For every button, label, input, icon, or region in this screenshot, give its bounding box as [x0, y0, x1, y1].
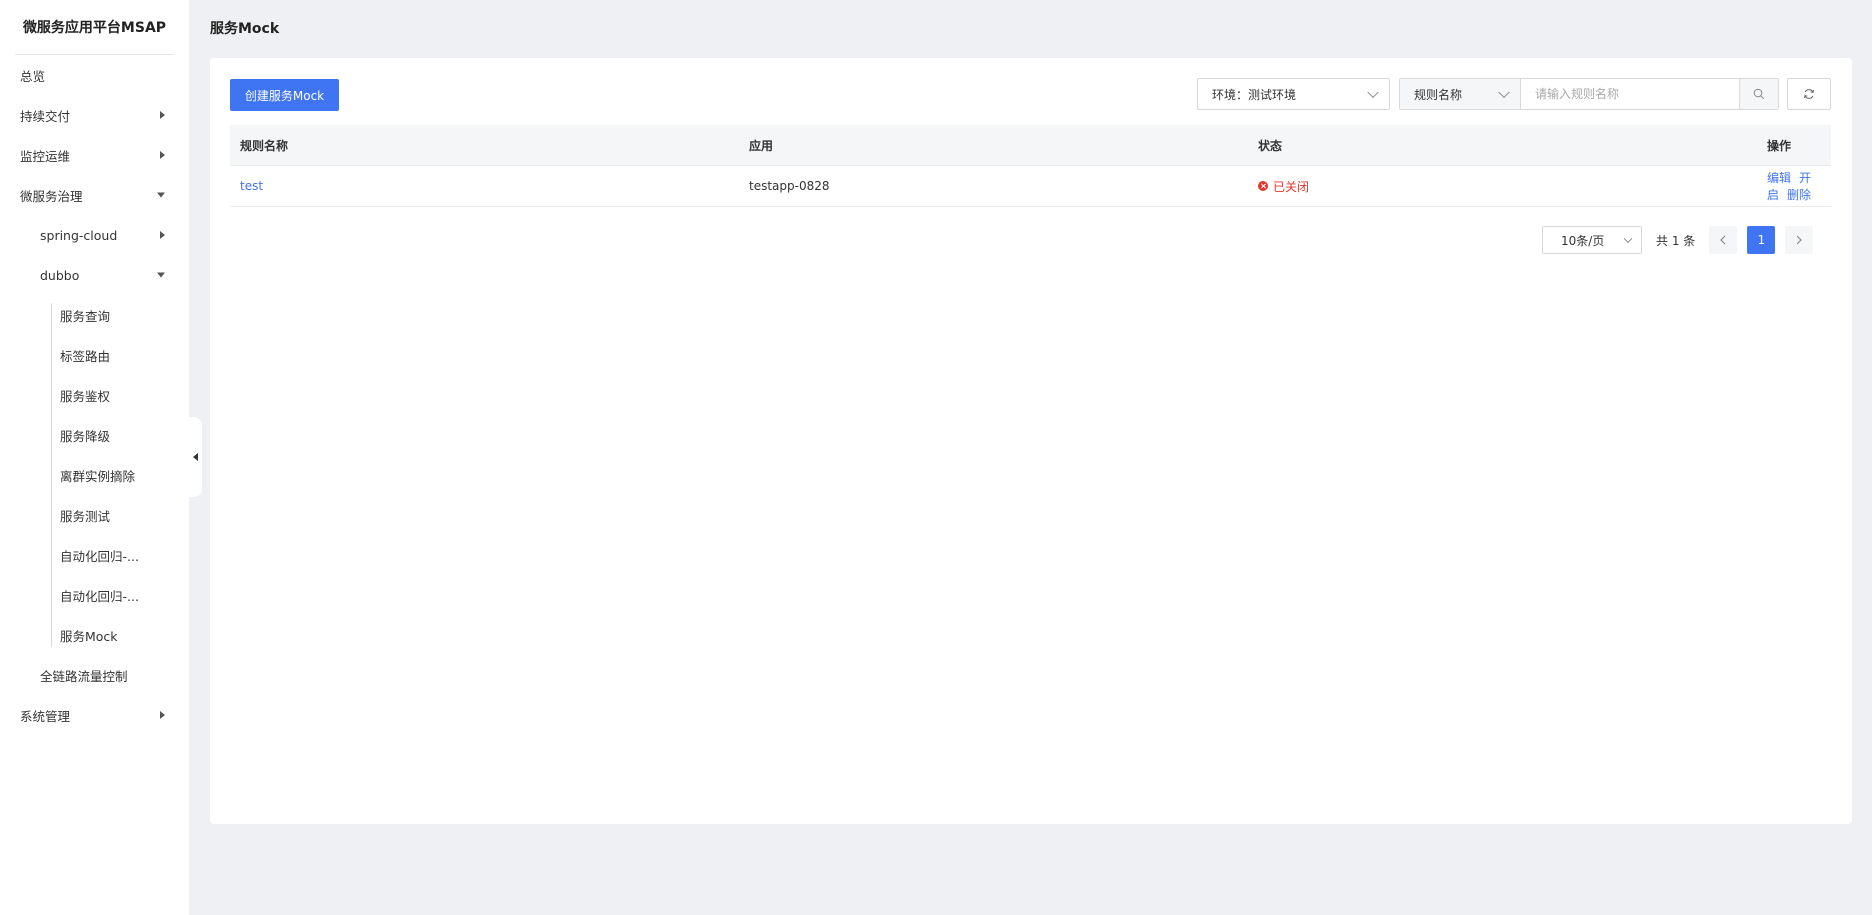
table-row: test testapp-0828 已关闭 编辑 开启 删除 [230, 165, 1831, 207]
sidebar-item-spring-cloud[interactable]: spring-cloud [0, 215, 189, 255]
column-header-rule-name: 规则名称 [230, 125, 739, 166]
page-number-button[interactable]: 1 [1747, 226, 1776, 254]
search-input[interactable] [1521, 79, 1739, 109]
mock-rules-table: 规则名称 应用 状态 操作 test testapp-0828 已关闭 编辑 开启… [230, 125, 1831, 207]
search-button[interactable] [1739, 79, 1778, 109]
total-count: 共 1 条 [1656, 233, 1696, 248]
actions-cell: 编辑 开启 删除 [1757, 165, 1831, 207]
sidebar-item-label: 服务Mock [60, 628, 118, 644]
sidebar-item-label: 自动化回归-... [60, 548, 139, 564]
sidebar-menu: 总览 持续交付 监控运维 微服务治理 spring-cloud dubbo 服务… [0, 55, 189, 735]
column-header-app: 应用 [739, 125, 1248, 166]
sidebar-item-delivery[interactable]: 持续交付 [0, 95, 189, 135]
sidebar-item-label: 监控运维 [20, 148, 71, 164]
sidebar-item-label: 微服务治理 [20, 188, 83, 204]
sidebar-item-dubbo[interactable]: dubbo [0, 255, 189, 295]
edit-link[interactable]: 编辑 [1767, 171, 1791, 185]
sidebar: 微服务应用平台MSAP 总览 持续交付 监控运维 微服务治理 spring-cl… [0, 0, 189, 915]
caret-down-icon [157, 272, 165, 278]
search-group: 规则名称 [1399, 78, 1779, 110]
chevron-down-icon [1498, 86, 1510, 99]
sidebar-item-monitoring[interactable]: 监控运维 [0, 135, 189, 175]
dubbo-submenu: 服务查询 标签路由 服务鉴权 服务降级 离群实例摘除 服务测试 自动化回归-..… [0, 295, 189, 655]
sidebar-item-overview[interactable]: 总览 [0, 55, 189, 95]
content-card: 创建服务Mock 环境：测试环境 规则名称 规则名称 应用 [210, 58, 1852, 824]
chevron-right-icon [1796, 235, 1803, 245]
sidebar-item-label: 服务鉴权 [60, 388, 111, 404]
table-header-row: 规则名称 应用 状态 操作 [230, 125, 1831, 166]
sidebar-item-label: dubbo [40, 267, 80, 283]
sidebar-item-label: 自动化回归-... [60, 588, 139, 604]
environment-select[interactable]: 环境：测试环境 [1197, 78, 1390, 110]
chevron-down-icon [1623, 234, 1633, 244]
column-header-status: 状态 [1248, 125, 1757, 166]
sidebar-item-label: 标签路由 [60, 348, 111, 364]
sidebar-item-label: 离群实例摘除 [60, 468, 136, 484]
caret-right-icon [160, 711, 165, 719]
sidebar-item-label: 服务降级 [60, 428, 111, 444]
sidebar-item-tag-routing[interactable]: 标签路由 [0, 335, 189, 375]
sidebar-item-label: spring-cloud [40, 227, 118, 243]
sidebar-item-auto-regression-2[interactable]: 自动化回归-... [0, 575, 189, 615]
chevron-left-icon [1720, 235, 1726, 245]
caret-down-icon [157, 192, 165, 198]
environment-select-value: 环境：测试环境 [1212, 87, 1297, 102]
chevron-down-icon [1367, 86, 1379, 99]
caret-left-icon [193, 453, 198, 461]
page-size-value: 10条/页 [1561, 233, 1605, 248]
sidebar-item-service-mock[interactable]: 服务Mock [0, 615, 189, 655]
delete-link[interactable]: 删除 [1787, 188, 1811, 202]
caret-right-icon [160, 231, 165, 239]
sidebar-item-service-query[interactable]: 服务查询 [0, 295, 189, 335]
sidebar-item-auto-regression-1[interactable]: 自动化回归-... [0, 535, 189, 575]
sidebar-item-system[interactable]: 系统管理 [0, 695, 189, 735]
search-field-select[interactable]: 规则名称 [1400, 79, 1521, 109]
sidebar-item-label: 全链路流量控制 [40, 668, 128, 684]
caret-right-icon [160, 111, 165, 119]
caret-right-icon [160, 151, 165, 159]
page-size-select[interactable]: 10条/页 [1542, 226, 1642, 254]
sidebar-item-governance[interactable]: 微服务治理 [0, 175, 189, 215]
close-circle-icon [1258, 181, 1268, 191]
search-icon [1753, 88, 1765, 100]
page-title: 服务Mock [210, 21, 280, 37]
sidebar-item-label: 系统管理 [20, 708, 71, 724]
sidebar-item-service-degrade[interactable]: 服务降级 [0, 415, 189, 455]
app-title: 微服务应用平台MSAP [15, 0, 174, 55]
status-text: 已关闭 [1273, 179, 1310, 194]
status-badge: 已关闭 [1258, 178, 1309, 195]
sidebar-item-label: 服务测试 [60, 508, 111, 524]
sidebar-item-service-test[interactable]: 服务测试 [0, 495, 189, 535]
sidebar-item-traffic-control[interactable]: 全链路流量控制 [0, 655, 189, 695]
sidebar-item-service-auth[interactable]: 服务鉴权 [0, 375, 189, 415]
sidebar-collapse-button[interactable] [189, 417, 202, 497]
prev-page-button[interactable] [1709, 226, 1738, 254]
sidebar-item-label: 服务查询 [60, 308, 111, 324]
rule-name-link[interactable]: test [240, 179, 263, 193]
pagination: 10条/页 共 1 条 1 [1542, 226, 1823, 254]
search-field-value: 规则名称 [1414, 87, 1463, 102]
next-page-button[interactable] [1785, 226, 1814, 254]
refresh-icon [1804, 89, 1814, 99]
sidebar-item-label: 总览 [20, 68, 46, 84]
create-mock-button[interactable]: 创建服务Mock [230, 79, 339, 111]
sidebar-item-outlier-removal[interactable]: 离群实例摘除 [0, 455, 189, 495]
app-cell: testapp-0828 [739, 165, 1248, 207]
refresh-button[interactable] [1787, 78, 1831, 110]
sidebar-item-label: 持续交付 [20, 108, 71, 124]
column-header-actions: 操作 [1757, 125, 1831, 166]
